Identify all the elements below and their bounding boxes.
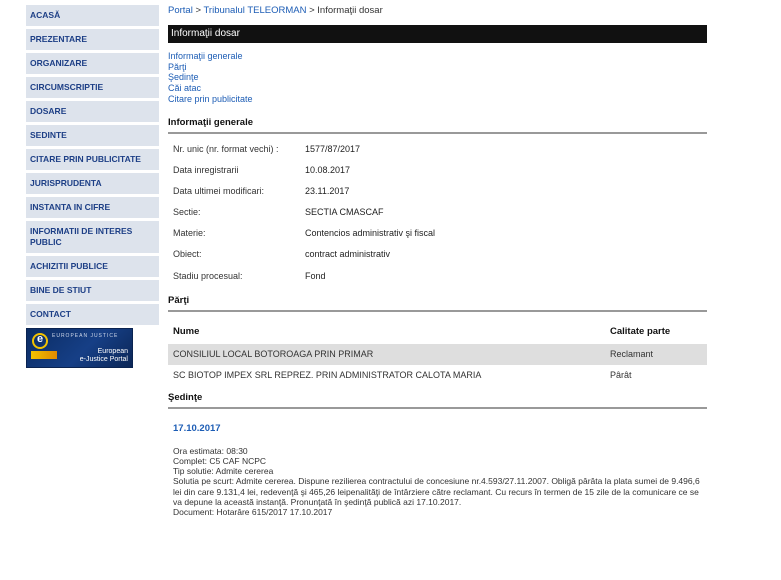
main-content: Portal > Tribunalul TELEORMAN > Informaţ… bbox=[168, 5, 707, 517]
hearing-details: Ora estimata: 08:30 Complet: C5 CAF NCPC… bbox=[173, 446, 705, 517]
breadcrumb: Portal > Tribunalul TELEORMAN > Informaţ… bbox=[168, 5, 707, 19]
info-label: Sectie: bbox=[173, 207, 201, 218]
hearing-document: Document: Hotarâre 615/2017 17.10.2017 bbox=[173, 507, 333, 518]
nav-item-instanta-in-cifre[interactable]: INSTANTA IN CIFRE bbox=[26, 197, 159, 218]
page-title: Informaţii dosar bbox=[168, 25, 707, 43]
table-row: CONSILIUL LOCAL BOTOROAGA PRIN PRIMAR Re… bbox=[168, 343, 707, 365]
party-role: Pârât bbox=[610, 370, 632, 381]
ejustice-banner-top-text: EUROPEAN JUSTICE bbox=[52, 333, 119, 339]
breadcrumb-tribunal-link[interactable]: Tribunalul TELEORMAN bbox=[203, 5, 306, 16]
breadcrumb-separator: > bbox=[306, 5, 318, 16]
info-value: Contencios administrativ şi fiscal bbox=[305, 228, 436, 239]
section-links: Informaţii generale Părţi Şedinţe Căi at… bbox=[168, 51, 707, 105]
breadcrumb-separator: > bbox=[192, 5, 204, 16]
party-name: CONSILIUL LOCAL BOTOROAGA PRIN PRIMAR bbox=[173, 349, 374, 360]
ejustice-logo-letter: e bbox=[37, 333, 44, 345]
breadcrumb-current: Informaţii dosar bbox=[317, 5, 383, 16]
info-label: Data ultimei modificari: bbox=[173, 185, 265, 196]
ejustice-banner-decoration bbox=[31, 351, 57, 359]
toc-link-informatii-generale[interactable]: Informaţii generale bbox=[168, 51, 707, 62]
nav-item-dosare[interactable]: DOSARE bbox=[26, 101, 159, 122]
nav-item-circumscriptie[interactable]: CIRCUMSCRIPTIE bbox=[26, 77, 159, 98]
breadcrumb-portal-link[interactable]: Portal bbox=[168, 5, 193, 16]
info-value: 23.11.2017 bbox=[305, 185, 350, 196]
general-info-table: Nr. unic (nr. format vechi) : 1577/87/20… bbox=[168, 144, 707, 292]
section-heading-informatii-generale: Informaţii generale bbox=[168, 117, 707, 134]
hearing-date-link[interactable]: 17.10.2017 bbox=[173, 423, 707, 434]
column-header-nume: Nume bbox=[173, 325, 200, 337]
nav-item-jurisprudenta[interactable]: JURISPRUDENTA bbox=[26, 173, 159, 194]
ejustice-caption-line1: European bbox=[97, 348, 128, 355]
ejustice-portal-banner[interactable]: e EUROPEAN JUSTICE European e-Justice Po… bbox=[26, 328, 133, 368]
nav-item-sedinte[interactable]: SEDINTE bbox=[26, 125, 159, 146]
ejustice-banner-caption: European e-Justice Portal bbox=[80, 348, 128, 364]
nav-item-informatii-interes-public[interactable]: INFORMATII DE INTERES PUBLIC bbox=[26, 221, 159, 253]
nav-item-prezentare[interactable]: PREZENTARE bbox=[26, 29, 159, 50]
parties-table-header: Nume Calitate parte bbox=[168, 326, 707, 344]
hearing-solution-type: Tip solutie: Admite cererea bbox=[173, 466, 274, 477]
table-row: SC BIOTOP IMPEX SRL REPREZ. PRIN ADMINIS… bbox=[168, 365, 707, 386]
ejustice-caption-line2: e-Justice Portal bbox=[79, 356, 128, 363]
section-heading-parti: Părţi bbox=[168, 295, 707, 312]
info-value: Fond bbox=[305, 270, 326, 281]
info-label: Materie: bbox=[173, 228, 206, 239]
info-label: Stadiu procesual: bbox=[173, 270, 243, 281]
info-value: contract administrativ bbox=[305, 249, 391, 260]
info-row: Stadiu procesual: Fond bbox=[168, 271, 707, 292]
nav-item-acasa[interactable]: ACASĂ bbox=[26, 5, 159, 26]
sidebar-nav: ACASĂ PREZENTARE ORGANIZARE CIRCUMSCRIPT… bbox=[26, 5, 159, 368]
nav-item-organizare[interactable]: ORGANIZARE bbox=[26, 53, 159, 74]
info-row: Materie: Contencios administrativ şi fis… bbox=[168, 228, 707, 249]
info-value: 1577/87/2017 bbox=[305, 143, 361, 154]
nav-item-bine-de-stiut[interactable]: BINE DE STIUT bbox=[26, 280, 159, 301]
info-row: Obiect: contract administrativ bbox=[168, 249, 707, 270]
info-row: Data ultimei modificari: 23.11.2017 bbox=[168, 186, 707, 207]
nav-item-achizitii-publice[interactable]: ACHIZITII PUBLICE bbox=[26, 256, 159, 277]
toc-link-citare[interactable]: Citare prin publicitate bbox=[168, 94, 707, 105]
column-header-calitate: Calitate parte bbox=[610, 325, 671, 337]
party-role: Reclamant bbox=[610, 349, 654, 360]
nav-item-contact[interactable]: CONTACT bbox=[26, 304, 159, 325]
hearing-solution-summary: Solutia pe scurt: Admite cererea. Dispun… bbox=[173, 476, 700, 507]
toc-link-sedinte[interactable]: Şedinţe bbox=[168, 72, 707, 83]
info-label: Data inregistrarii bbox=[173, 164, 239, 175]
party-name: SC BIOTOP IMPEX SRL REPREZ. PRIN ADMINIS… bbox=[173, 370, 482, 381]
nav-item-citare[interactable]: CITARE PRIN PUBLICITATE bbox=[26, 149, 159, 170]
toc-link-cai-atac[interactable]: Căi atac bbox=[168, 83, 707, 94]
section-heading-sedinte: Şedinţe bbox=[168, 392, 707, 409]
info-value: SECTIA CMASCAF bbox=[305, 207, 384, 218]
toc-link-parti[interactable]: Părţi bbox=[168, 62, 707, 73]
info-label: Nr. unic (nr. format vechi) : bbox=[173, 143, 279, 154]
hearing-panel: Complet: C5 CAF NCPC bbox=[173, 456, 267, 467]
info-row: Data inregistrarii 10.08.2017 bbox=[168, 165, 707, 186]
info-label: Obiect: bbox=[173, 249, 202, 260]
hearing-estimated-time: Ora estimata: 08:30 bbox=[173, 445, 248, 456]
info-row: Sectie: SECTIA CMASCAF bbox=[168, 207, 707, 228]
info-value: 10.08.2017 bbox=[305, 164, 351, 175]
info-row: Nr. unic (nr. format vechi) : 1577/87/20… bbox=[168, 144, 707, 165]
